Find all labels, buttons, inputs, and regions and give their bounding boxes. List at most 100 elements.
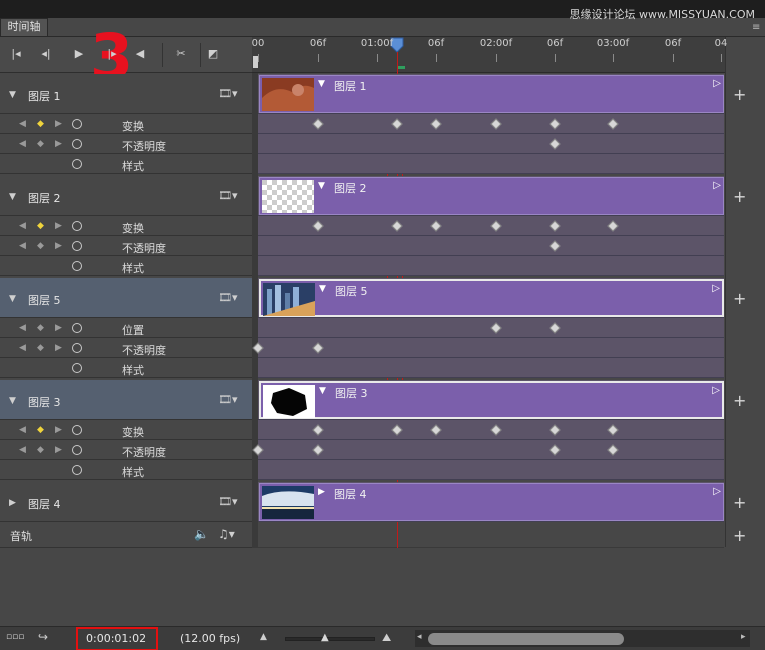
property-track-row[interactable] bbox=[258, 460, 724, 480]
stopwatch-icon[interactable] bbox=[72, 119, 82, 129]
disclosure-right-icon[interactable]: ▶ bbox=[9, 498, 16, 508]
stopwatch-icon[interactable] bbox=[72, 465, 82, 475]
filmstrip-menu-icon[interactable]: 🎞▾ bbox=[218, 291, 238, 304]
stopwatch-icon[interactable] bbox=[72, 445, 82, 455]
next-keyframe-icon[interactable]: ▶ bbox=[55, 241, 62, 251]
filmstrip-menu-icon[interactable]: 🎞▾ bbox=[218, 87, 238, 100]
audio-button[interactable]: ◀ bbox=[129, 45, 151, 63]
property-track-row[interactable] bbox=[258, 338, 724, 358]
next-keyframe-icon[interactable]: ▶ bbox=[55, 425, 62, 435]
filmstrip-menu-icon[interactable]: 🎞▾ bbox=[218, 189, 238, 202]
clip-end-handle-icon[interactable]: ▷ bbox=[713, 78, 721, 89]
layer-clip[interactable]: ▼ 图层 1 ▷ bbox=[259, 75, 724, 113]
previous-keyframe-icon[interactable]: ◀ bbox=[19, 139, 26, 149]
clip-end-handle-icon[interactable]: ▷ bbox=[713, 180, 721, 191]
add-keyframe-icon[interactable]: ◆ bbox=[37, 119, 44, 129]
tab-timeline[interactable]: 时间轴 bbox=[0, 18, 48, 36]
stopwatch-icon[interactable] bbox=[72, 221, 82, 231]
audio-track-area[interactable] bbox=[258, 522, 724, 548]
property-track-row[interactable] bbox=[258, 256, 724, 276]
transition-button[interactable]: ◩ bbox=[202, 45, 224, 63]
property-track-row[interactable] bbox=[258, 440, 724, 460]
previous-keyframe-icon[interactable]: ◀ bbox=[19, 445, 26, 455]
previous-keyframe-icon[interactable]: ◀ bbox=[19, 119, 26, 129]
ruler-tick bbox=[496, 54, 497, 62]
property-track-row[interactable] bbox=[258, 134, 724, 154]
panel-menu-icon[interactable]: ≡ bbox=[752, 22, 762, 33]
stopwatch-icon[interactable] bbox=[72, 425, 82, 435]
play-button[interactable]: ▶ bbox=[68, 45, 90, 63]
previous-keyframe-icon[interactable]: ◀ bbox=[19, 221, 26, 231]
add-media-button[interactable]: + bbox=[733, 189, 746, 205]
go-to-first-frame-button[interactable]: |◂ bbox=[5, 45, 27, 63]
filmstrip-menu-icon[interactable]: 🎞▾ bbox=[218, 393, 238, 406]
clip-disclosure-icon[interactable]: ▶ bbox=[318, 487, 325, 497]
property-track-row[interactable] bbox=[258, 358, 724, 378]
zoom-out-icon[interactable]: ▲ bbox=[260, 632, 267, 642]
stopwatch-icon[interactable] bbox=[72, 261, 82, 271]
add-keyframe-icon[interactable]: ◆ bbox=[37, 445, 44, 455]
next-keyframe-icon[interactable]: ▶ bbox=[55, 323, 62, 333]
layer-clip[interactable]: ▼ 图层 3 ▷ bbox=[259, 381, 724, 419]
property-track-row[interactable] bbox=[258, 236, 724, 256]
split-scissors-button[interactable]: ✂ bbox=[170, 45, 192, 63]
layer-clip[interactable]: ▶ 图层 4 ▷ bbox=[259, 483, 724, 521]
layer-clip[interactable]: ▼ 图层 2 ▷ bbox=[259, 177, 724, 215]
add-media-button[interactable]: + bbox=[733, 495, 746, 511]
zoom-slider-thumb[interactable]: ▲ bbox=[321, 632, 329, 643]
previous-keyframe-icon[interactable]: ◀ bbox=[19, 425, 26, 435]
next-keyframe-icon[interactable]: ▶ bbox=[55, 343, 62, 353]
zoom-in-icon[interactable]: ⛰ bbox=[382, 631, 391, 645]
previous-keyframe-icon[interactable]: ◀ bbox=[19, 343, 26, 353]
stopwatch-icon[interactable] bbox=[72, 343, 82, 353]
scroll-right-arrow-icon[interactable]: ▸ bbox=[741, 632, 746, 642]
zoom-slider-track[interactable] bbox=[285, 637, 375, 641]
layer-clip[interactable]: ▼ 图层 5 ▷ bbox=[259, 279, 724, 317]
next-keyframe-icon[interactable]: ▶ bbox=[55, 139, 62, 149]
add-keyframe-icon[interactable]: ◆ bbox=[37, 241, 44, 251]
music-note-icon[interactable]: ♫▾ bbox=[218, 527, 235, 541]
add-media-button[interactable]: + bbox=[733, 393, 746, 409]
convert-arrow-icon[interactable]: ↪ bbox=[38, 630, 48, 644]
add-keyframe-icon[interactable]: ◆ bbox=[37, 425, 44, 435]
clip-disclosure-icon[interactable]: ▼ bbox=[319, 386, 326, 396]
clip-end-handle-icon[interactable]: ▷ bbox=[713, 486, 721, 497]
disclosure-down-icon[interactable]: ▼ bbox=[9, 90, 16, 100]
frame-animation-icon[interactable]: ▫▫▫ bbox=[6, 632, 24, 642]
add-keyframe-icon[interactable]: ◆ bbox=[37, 139, 44, 149]
disclosure-down-icon[interactable]: ▼ bbox=[9, 396, 16, 406]
add-keyframe-icon[interactable]: ◆ bbox=[37, 343, 44, 353]
previous-frame-button[interactable]: ◂| bbox=[35, 45, 57, 63]
filmstrip-menu-icon[interactable]: 🎞▾ bbox=[218, 495, 238, 508]
clip-disclosure-icon[interactable]: ▼ bbox=[318, 79, 325, 89]
stopwatch-icon[interactable] bbox=[72, 139, 82, 149]
add-keyframe-icon[interactable]: ◆ bbox=[37, 323, 44, 333]
horizontal-scrollbar-thumb[interactable] bbox=[428, 633, 624, 645]
clip-disclosure-icon[interactable]: ▼ bbox=[318, 181, 325, 191]
clip-end-handle-icon[interactable]: ▷ bbox=[712, 283, 720, 294]
next-keyframe-icon[interactable]: ▶ bbox=[55, 445, 62, 455]
disclosure-down-icon[interactable]: ▼ bbox=[9, 294, 16, 304]
next-keyframe-icon[interactable]: ▶ bbox=[55, 119, 62, 129]
scroll-left-arrow-icon[interactable]: ◂ bbox=[417, 632, 422, 642]
clip-end-handle-icon[interactable]: ▷ bbox=[712, 385, 720, 396]
clip-disclosure-icon[interactable]: ▼ bbox=[319, 284, 326, 294]
next-frame-button[interactable]: |▸ bbox=[101, 45, 123, 63]
stopwatch-icon[interactable] bbox=[72, 323, 82, 333]
next-keyframe-icon[interactable]: ▶ bbox=[55, 221, 62, 231]
stopwatch-icon[interactable] bbox=[72, 159, 82, 169]
add-media-button[interactable]: + bbox=[733, 291, 746, 307]
audio-track-header[interactable]: 音轨 🔈 ♫▾ bbox=[0, 522, 252, 548]
add-audio-button[interactable]: + bbox=[733, 528, 746, 544]
previous-keyframe-icon[interactable]: ◀ bbox=[19, 241, 26, 251]
add-media-button[interactable]: + bbox=[733, 87, 746, 103]
ruler-tick bbox=[436, 54, 437, 62]
stopwatch-icon[interactable] bbox=[72, 241, 82, 251]
property-track-row[interactable] bbox=[258, 154, 724, 174]
speaker-icon[interactable]: 🔈 bbox=[194, 527, 209, 541]
add-keyframe-icon[interactable]: ◆ bbox=[37, 221, 44, 231]
current-time[interactable]: 0:00:01:02 bbox=[86, 632, 146, 645]
stopwatch-icon[interactable] bbox=[72, 363, 82, 373]
disclosure-down-icon[interactable]: ▼ bbox=[9, 192, 16, 202]
previous-keyframe-icon[interactable]: ◀ bbox=[19, 323, 26, 333]
